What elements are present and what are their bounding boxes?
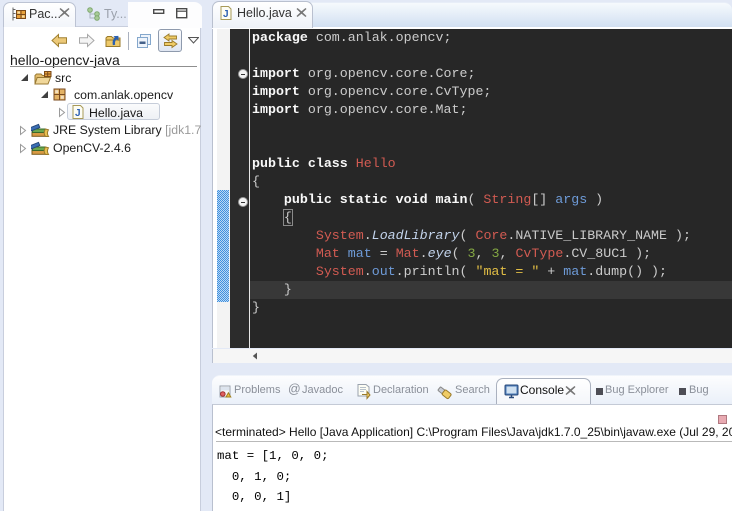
svg-text:J: J [223,9,229,20]
svg-text:J: J [75,108,81,119]
